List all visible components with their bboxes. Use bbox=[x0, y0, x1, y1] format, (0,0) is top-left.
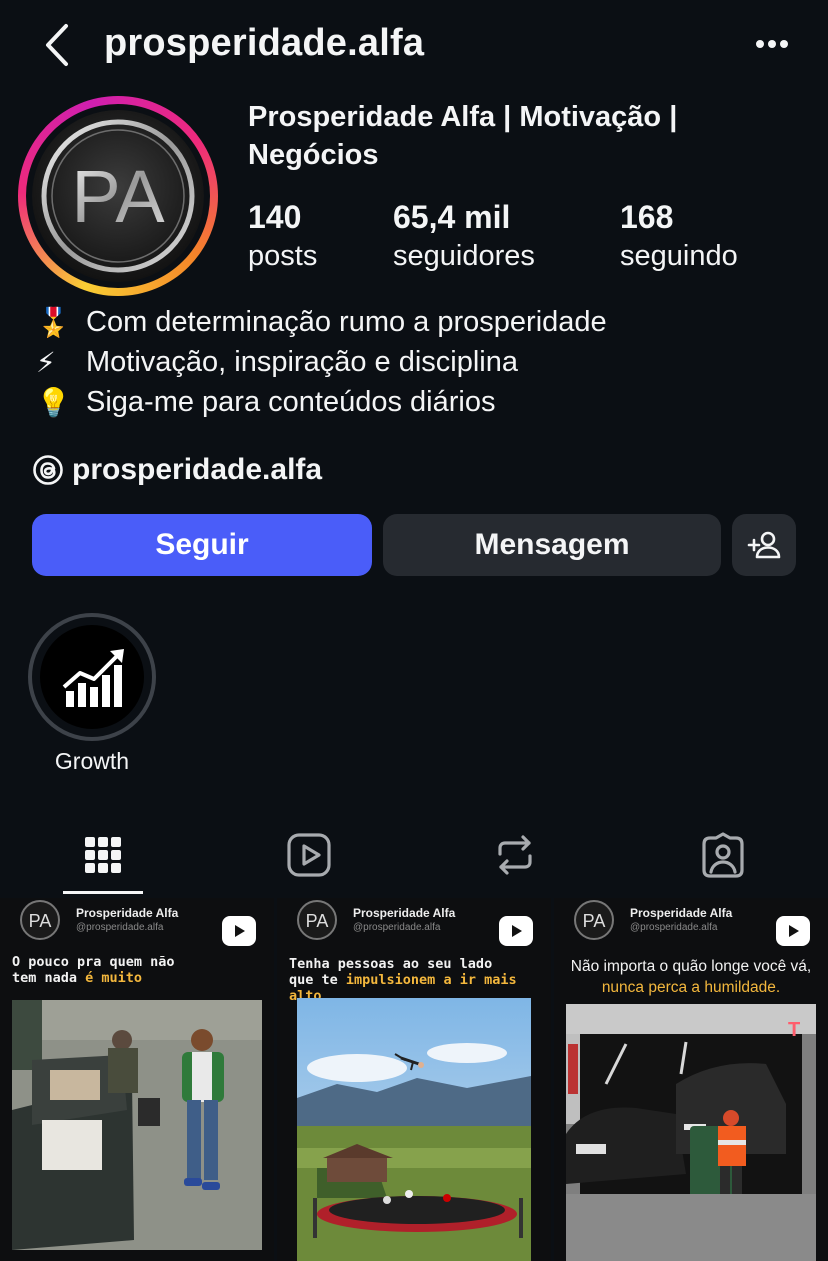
play-icon bbox=[789, 925, 799, 937]
lightbulb-icon: 💡 bbox=[36, 386, 71, 418]
more-horizontal-icon bbox=[756, 40, 788, 48]
highlight-label: Growth bbox=[54, 748, 130, 774]
post-thumbnail[interactable]: PA Prosperidade Alfa @prosperidade.alfa … bbox=[0, 898, 274, 1261]
post-image bbox=[12, 1000, 262, 1250]
repost-icon bbox=[498, 835, 532, 875]
bio-text: Motivação, inspiração e disciplina bbox=[86, 345, 518, 378]
stat-label: seguidores bbox=[393, 240, 535, 272]
caption-line: Não importa o quão longe você vá, bbox=[570, 958, 812, 975]
post-account-handle: @prosperidade.alfa bbox=[630, 922, 718, 933]
post-account-name: Prosperidade Alfa bbox=[76, 906, 179, 920]
play-icon bbox=[235, 925, 245, 937]
reels-icon bbox=[287, 833, 331, 877]
profile-tabs bbox=[0, 820, 828, 898]
bio-line: 💡 Siga-me para conteúdos diários bbox=[36, 382, 607, 422]
post-image bbox=[297, 998, 531, 1261]
story-highlight-growth[interactable] bbox=[28, 613, 156, 741]
active-tab-indicator bbox=[63, 891, 143, 894]
stat-posts[interactable]: 140 posts bbox=[248, 198, 317, 276]
reel-badge bbox=[222, 916, 256, 946]
tab-reels[interactable] bbox=[269, 820, 349, 890]
caption-highlight: é muito bbox=[85, 970, 143, 986]
stat-value: 168 bbox=[620, 199, 674, 235]
stat-label: posts bbox=[248, 240, 318, 272]
stat-following[interactable]: 168 seguindo bbox=[620, 198, 738, 276]
growth-chart-icon bbox=[62, 649, 124, 707]
bio-line: ⚡ Motivação, inspiração e disciplina bbox=[36, 342, 607, 382]
post-avatar: PA bbox=[574, 900, 614, 940]
svg-text:T: T bbox=[788, 1019, 800, 1041]
stat-label: seguindo bbox=[620, 240, 738, 272]
caption-line: que te bbox=[289, 972, 346, 988]
stat-followers[interactable]: 65,4 mil seguidores bbox=[393, 198, 535, 276]
threads-handle: prosperidade.alfa bbox=[72, 453, 323, 486]
post-header: PA Prosperidade Alfa @prosperidade.alfa bbox=[297, 898, 455, 942]
medal-icon: 🎖️ bbox=[36, 306, 71, 338]
post-caption: O pouco pra quem não tem nada é muito bbox=[0, 954, 274, 986]
post-avatar: PA bbox=[297, 900, 337, 940]
posts-grid: PA Prosperidade Alfa @prosperidade.alfa … bbox=[0, 898, 828, 1261]
caption-line: O pouco pra quem não bbox=[12, 954, 175, 970]
threads-icon bbox=[33, 455, 63, 485]
chevron-left-icon bbox=[46, 24, 68, 66]
bio-line: 🎖️ Com determinação rumo a prosperidade bbox=[36, 302, 607, 342]
reel-badge bbox=[499, 916, 533, 946]
post-account-handle: @prosperidade.alfa bbox=[76, 922, 164, 933]
tab-grid[interactable] bbox=[63, 820, 143, 890]
post-account-name: Prosperidade Alfa bbox=[630, 906, 733, 920]
more-options-button[interactable] bbox=[748, 28, 796, 60]
suggest-users-button[interactable] bbox=[732, 514, 796, 576]
post-image: T bbox=[566, 1004, 816, 1261]
threads-link[interactable]: prosperidade.alfa bbox=[32, 448, 322, 492]
bio-text: Com determinação rumo a prosperidade bbox=[86, 305, 607, 338]
post-header: PA Prosperidade Alfa @prosperidade.alfa bbox=[574, 898, 732, 942]
play-icon bbox=[512, 925, 522, 937]
svg-text:PA: PA bbox=[583, 911, 606, 931]
profile-header: prosperidade.alfa bbox=[0, 0, 828, 90]
post-avatar: PA bbox=[20, 900, 60, 940]
message-button[interactable]: Mensagem bbox=[383, 514, 721, 576]
bio-text: Siga-me para conteúdos diários bbox=[86, 385, 496, 418]
page-title: prosperidade.alfa bbox=[104, 22, 425, 64]
grid-icon bbox=[85, 837, 121, 873]
lightning-icon: ⚡ bbox=[36, 346, 56, 378]
back-button[interactable] bbox=[38, 22, 78, 68]
tab-reposts[interactable] bbox=[475, 820, 555, 890]
stat-value: 65,4 mil bbox=[393, 199, 511, 235]
post-thumbnail[interactable]: PA Prosperidade Alfa @prosperidade.alfa … bbox=[277, 898, 551, 1261]
avatar-monogram: PA bbox=[71, 155, 165, 238]
post-account-name: Prosperidade Alfa bbox=[353, 906, 456, 920]
avatar: PA bbox=[32, 110, 204, 282]
caption-line: Tenha pessoas ao seu lado bbox=[289, 956, 493, 972]
profile-bio: 🎖️ Com determinação rumo a prosperidade … bbox=[36, 302, 607, 422]
post-caption: Tenha pessoas ao seu lado que te impulsi… bbox=[277, 956, 551, 1004]
stat-value: 140 bbox=[248, 199, 302, 235]
svg-text:PA: PA bbox=[29, 911, 52, 931]
post-header: PA Prosperidade Alfa @prosperidade.alfa bbox=[20, 898, 178, 942]
reel-badge bbox=[776, 916, 810, 946]
post-account-handle: @prosperidade.alfa bbox=[353, 922, 441, 933]
tab-tagged[interactable] bbox=[683, 820, 763, 890]
profile-display-name: Prosperidade Alfa | Motivação | Negócios bbox=[248, 101, 678, 171]
avatar-story-ring[interactable]: PA bbox=[18, 96, 218, 296]
svg-text:PA: PA bbox=[306, 911, 329, 931]
caption-line: tem nada bbox=[12, 970, 86, 986]
follow-button[interactable]: Seguir bbox=[32, 514, 372, 576]
post-caption: Não importa o quão longe você vá, nunca … bbox=[554, 956, 828, 998]
add-user-icon bbox=[747, 531, 781, 559]
tagged-icon bbox=[702, 832, 744, 878]
post-thumbnail[interactable]: PA Prosperidade Alfa @prosperidade.alfa … bbox=[554, 898, 828, 1261]
caption-highlight: nunca perca a humildade. bbox=[601, 979, 781, 996]
